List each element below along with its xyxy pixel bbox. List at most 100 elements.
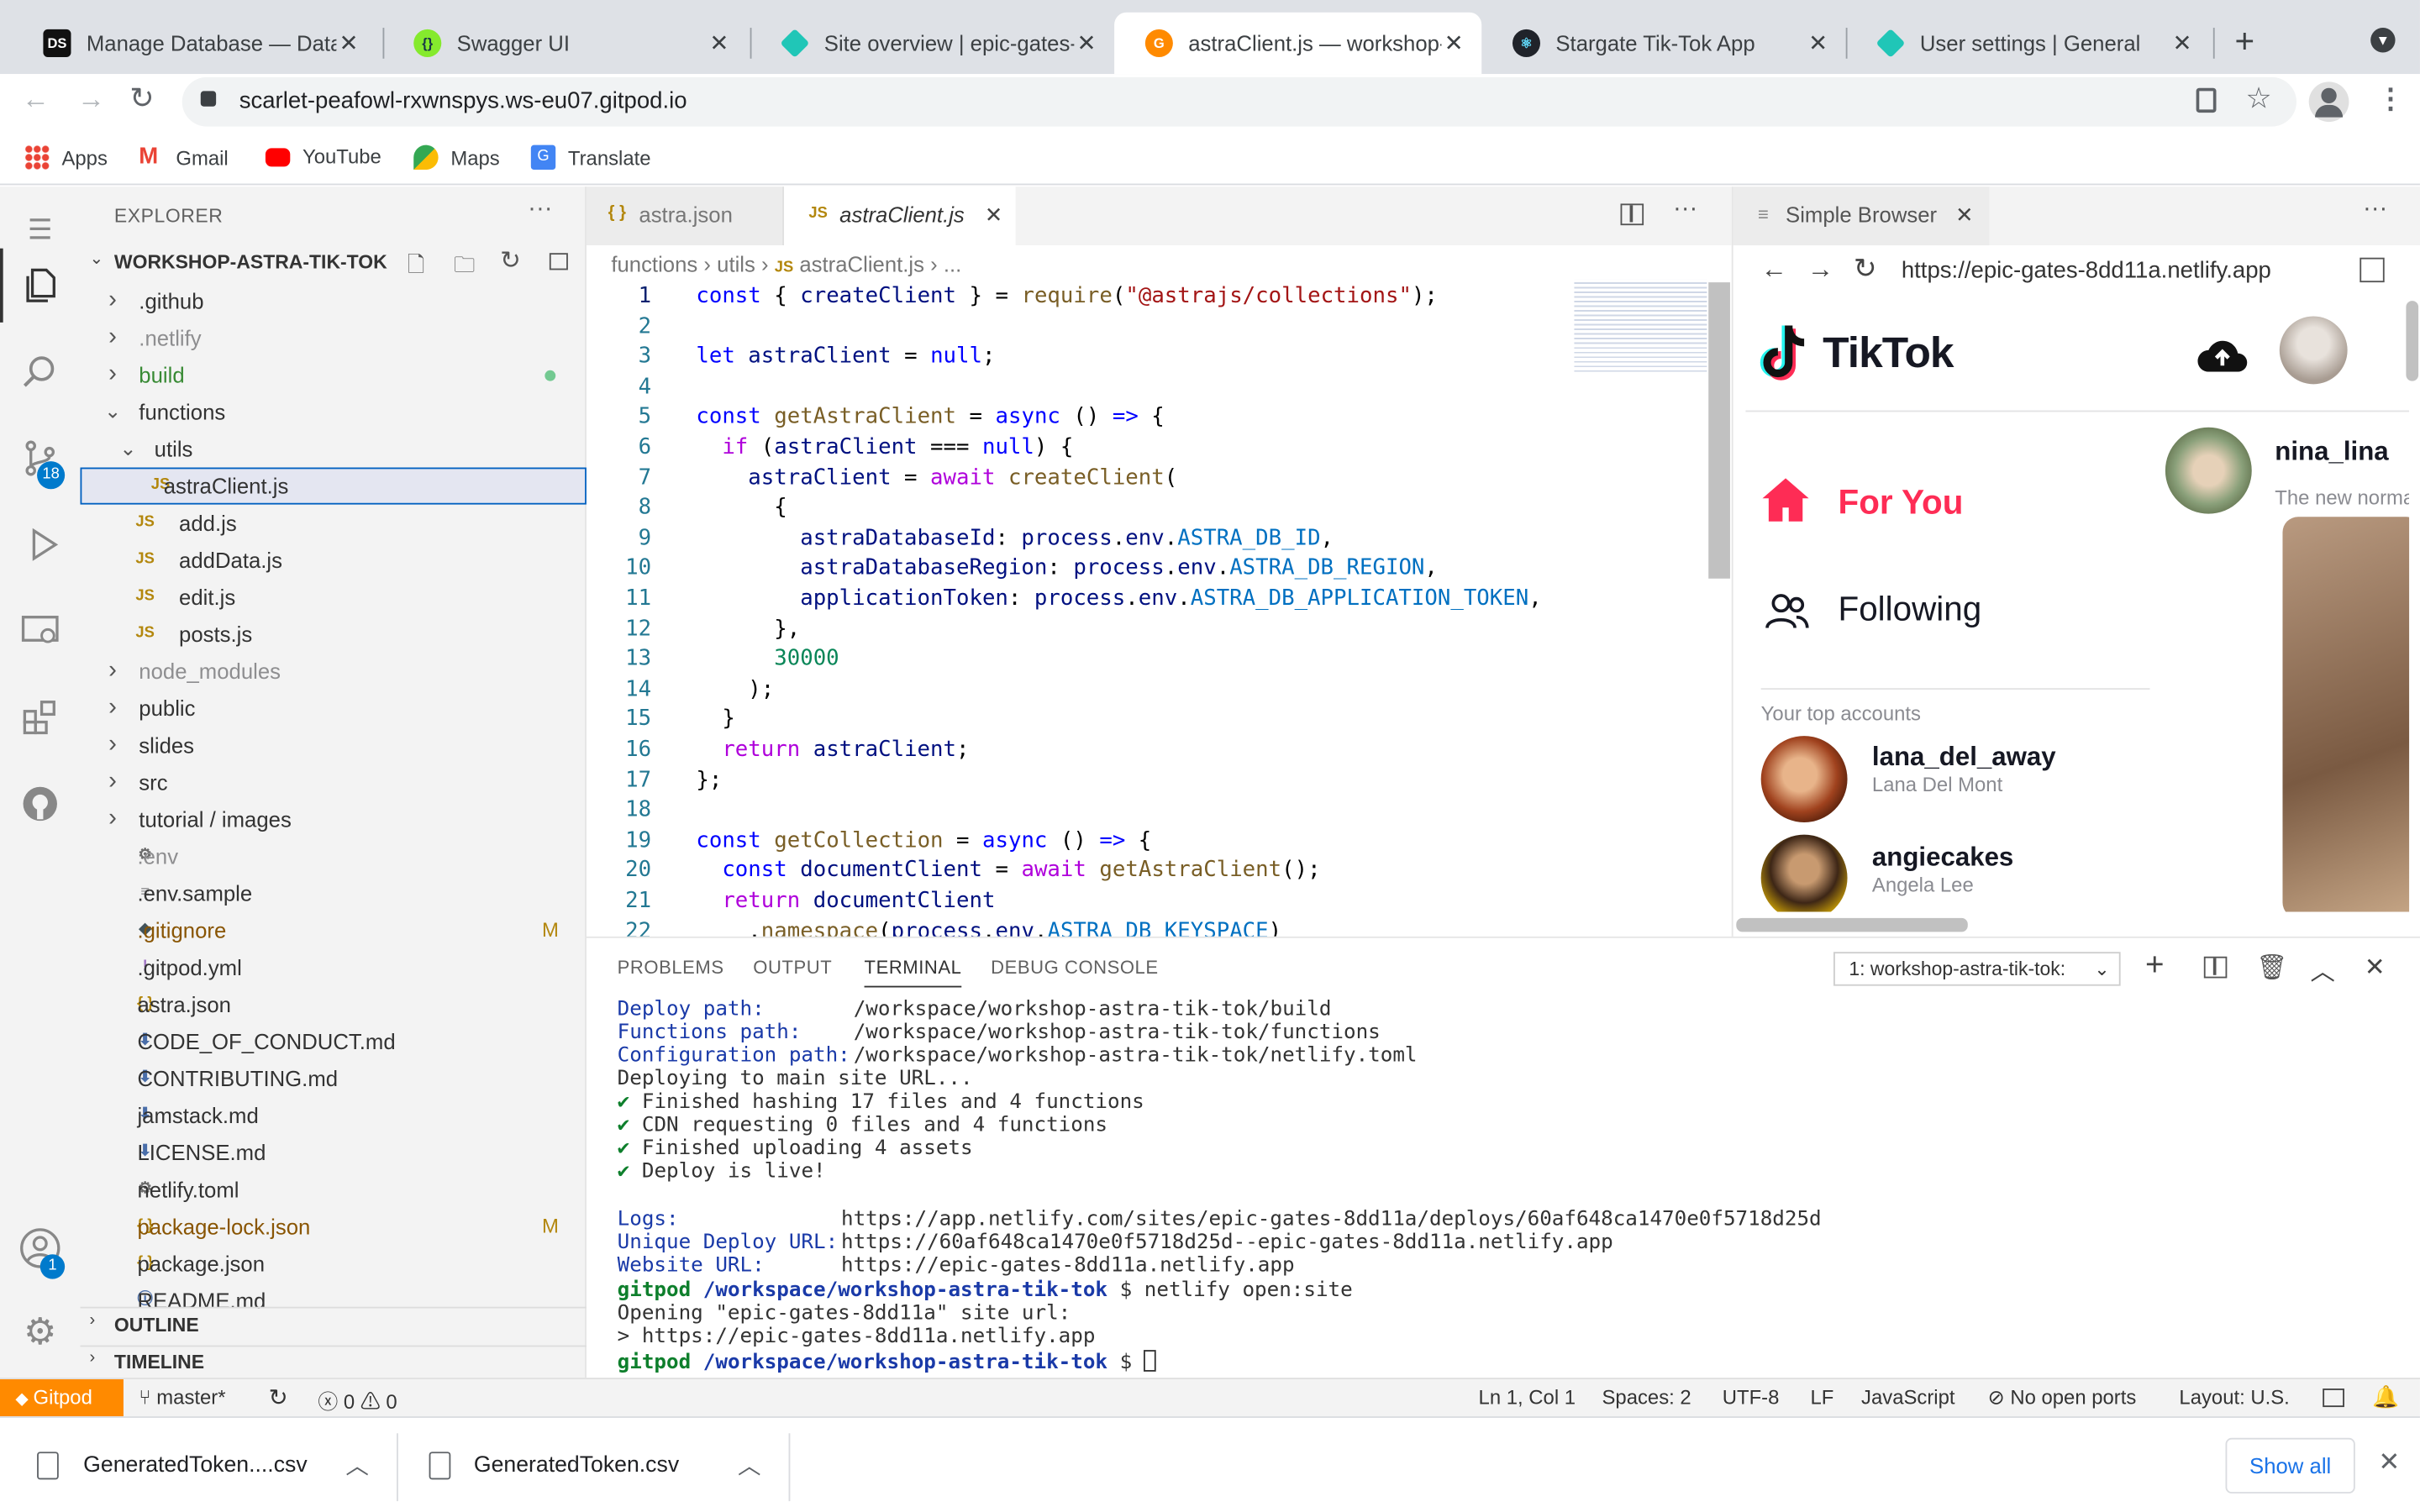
- chevron-up-icon[interactable]: ︿: [738, 1449, 761, 1482]
- tree-item[interactable]: › build: [81, 356, 587, 393]
- breadcrumb-item[interactable]: astraClient.js: [799, 251, 924, 276]
- code-line[interactable]: let astraClient = null;: [696, 343, 995, 373]
- code-line[interactable]: 30000: [696, 645, 839, 675]
- browser-tab[interactable]: DS Manage Database — DataStax ✕: [13, 13, 376, 74]
- code-line[interactable]: const documentClient = await getAstraCli…: [696, 857, 1320, 887]
- reload-icon[interactable]: ↻: [1854, 253, 1877, 286]
- tree-item[interactable]: ! .gitpod.yml: [81, 949, 587, 986]
- vertical-scrollbar[interactable]: [2406, 301, 2419, 381]
- code-line[interactable]: const getAstraClient = async () => {: [696, 403, 1164, 433]
- menu-icon[interactable]: ⋮: [2377, 83, 2405, 116]
- tree-item[interactable]: › src: [81, 764, 587, 801]
- browser-tab[interactable]: User settings | General ✕: [1846, 13, 2210, 74]
- language-mode[interactable]: JavaScript: [1861, 1385, 1954, 1409]
- post-video[interactable]: [2282, 517, 2410, 912]
- bookmark-apps[interactable]: Apps: [24, 144, 108, 171]
- remote-explorer-icon[interactable]: [0, 594, 81, 668]
- tree-item[interactable]: ⚙ netlify.toml: [81, 1171, 587, 1208]
- close-tab-icon[interactable]: ✕: [336, 29, 360, 57]
- code-line[interactable]: const { createClient } = require("@astra…: [696, 282, 1438, 312]
- code-line[interactable]: };: [696, 766, 722, 796]
- code-line[interactable]: astraClient = await createClient(: [696, 464, 1177, 494]
- code-editor[interactable]: functions › utils › JS astraClient.js › …: [586, 245, 1732, 937]
- back-icon[interactable]: ←: [22, 83, 50, 116]
- gitpod-status[interactable]: ◆ Gitpod: [0, 1379, 124, 1417]
- forward-icon[interactable]: →: [77, 83, 105, 116]
- clipboard-icon[interactable]: [2196, 87, 2217, 113]
- timeline-section[interactable]: TIMELINE: [114, 1352, 204, 1373]
- accounts-icon[interactable]: 1: [0, 1211, 81, 1285]
- code-line[interactable]: return documentClient: [696, 887, 995, 917]
- editor-tab-astraclient-js[interactable]: JS astraClient.js ✕: [784, 186, 1016, 246]
- open-external-icon[interactable]: [2360, 257, 2385, 283]
- code-line[interactable]: },: [696, 615, 800, 645]
- bookmark-star-icon[interactable]: ☆: [2245, 81, 2271, 117]
- terminal-prompt-line[interactable]: gitpod /workspace/workshop-astra-tik-tok…: [618, 1350, 1157, 1375]
- tree-item[interactable]: JS edit.js: [81, 579, 587, 616]
- search-icon[interactable]: [0, 335, 81, 409]
- tab-debug-console[interactable]: DEBUG CONSOLE: [991, 957, 1158, 979]
- code-line[interactable]: const getCollection = async () => {: [696, 827, 1151, 857]
- collapse-all-icon[interactable]: [549, 253, 568, 270]
- editor-scrollbar[interactable]: [1708, 282, 1730, 579]
- run-debug-icon[interactable]: [0, 507, 81, 581]
- download-item[interactable]: GeneratedToken....csv ︿: [0, 1418, 395, 1512]
- settings-gear-icon[interactable]: ⚙: [0, 1294, 81, 1368]
- close-tab-icon[interactable]: ✕: [707, 29, 731, 57]
- github-icon[interactable]: [0, 767, 81, 841]
- maximize-panel-icon[interactable]: ︿: [2311, 950, 2335, 987]
- tab-problems[interactable]: PROBLEMS: [618, 957, 724, 979]
- back-icon[interactable]: ←: [1761, 255, 1787, 286]
- new-tab-icon[interactable]: +: [2235, 22, 2255, 62]
- close-tab-icon[interactable]: ✕: [985, 202, 1003, 228]
- tree-item[interactable]: ⬇ LICENSE.md: [81, 1134, 587, 1171]
- more-actions-icon[interactable]: ···: [1673, 196, 1697, 223]
- terminal-link[interactable]: https://epic-gates-8dd11a.netlify.app: [841, 1254, 1295, 1278]
- simple-browser-url[interactable]: https://epic-gates-8dd11a.netlify.app: [1902, 258, 2271, 284]
- notifications-bell-icon[interactable]: 🔔: [2372, 1384, 2399, 1410]
- ports-status[interactable]: ⊘ No open ports: [1988, 1385, 2137, 1410]
- new-terminal-icon[interactable]: +: [2145, 948, 2165, 984]
- split-editor-icon[interactable]: [1620, 203, 1644, 226]
- account-handle[interactable]: lana_del_away: [1872, 742, 2056, 773]
- cursor-position[interactable]: Ln 1, Col 1: [1479, 1385, 1576, 1409]
- indentation[interactable]: Spaces: 2: [1602, 1385, 1691, 1409]
- reload-icon[interactable]: ↻: [129, 81, 154, 117]
- horizontal-scrollbar[interactable]: [1736, 917, 1968, 932]
- download-item[interactable]: GeneratedToken.csv ︿: [398, 1418, 791, 1512]
- more-actions-icon[interactable]: ···: [2363, 196, 2387, 223]
- tree-item[interactable]: JS addData.js: [81, 542, 587, 579]
- upload-cloud-icon[interactable]: [2196, 338, 2249, 372]
- workspace-root[interactable]: WORKSHOP-ASTRA-TIK-TOK: [114, 251, 387, 273]
- post-author-handle[interactable]: nina_lina: [2275, 437, 2388, 468]
- tree-item[interactable]: › .netlify: [81, 319, 587, 356]
- code-line[interactable]: astraDatabaseId: process.env.ASTRA_DB_ID…: [696, 524, 1334, 554]
- tree-item[interactable]: ⚙ .env: [81, 837, 587, 874]
- chevron-up-icon[interactable]: ︿: [345, 1449, 369, 1482]
- tree-item[interactable]: JS astraClient.js: [80, 467, 587, 505]
- url-text[interactable]: scarlet-peafowl-rxwnspys.ws-eu07.gitpod.…: [239, 88, 687, 114]
- outline-section[interactable]: OUTLINE: [114, 1315, 199, 1336]
- browser-tab[interactable]: {} Swagger UI ✕: [383, 13, 747, 74]
- address-bar[interactable]: scarlet-peafowl-rxwnspys.ws-eu07.gitpod.…: [182, 76, 2297, 127]
- more-actions-icon[interactable]: ···: [528, 196, 552, 223]
- close-tab-icon[interactable]: ✕: [1806, 29, 1830, 57]
- forward-icon[interactable]: →: [1807, 255, 1833, 286]
- keyboard-layout[interactable]: Layout: U.S.: [2179, 1385, 2289, 1409]
- show-all-button[interactable]: Show all: [2225, 1437, 2355, 1494]
- browser-tab[interactable]: ⚛ Stargate Tik-Tok App ✕: [1481, 13, 1845, 74]
- account-avatar[interactable]: [1760, 834, 1848, 912]
- user-avatar[interactable]: [2279, 316, 2348, 385]
- code-line[interactable]: );: [696, 675, 774, 706]
- terminal-link[interactable]: https://app.netlify.com/sites/epic-gates…: [841, 1208, 1822, 1231]
- breadcrumb-item[interactable]: utils: [717, 251, 755, 276]
- explorer-icon[interactable]: [0, 248, 81, 323]
- code-line[interactable]: astraDatabaseRegion: process.env.ASTRA_D…: [696, 554, 1438, 585]
- nav-following[interactable]: Following: [1839, 590, 1982, 630]
- breadcrumb-item[interactable]: functions: [611, 251, 697, 276]
- tree-item[interactable]: ⌄ functions: [81, 393, 587, 430]
- post-author-avatar[interactable]: [2165, 427, 2252, 514]
- source-control-icon[interactable]: 18: [0, 421, 81, 495]
- profile-avatar[interactable]: [2308, 81, 2349, 123]
- code-line[interactable]: if (astraClient === null) {: [696, 433, 1073, 464]
